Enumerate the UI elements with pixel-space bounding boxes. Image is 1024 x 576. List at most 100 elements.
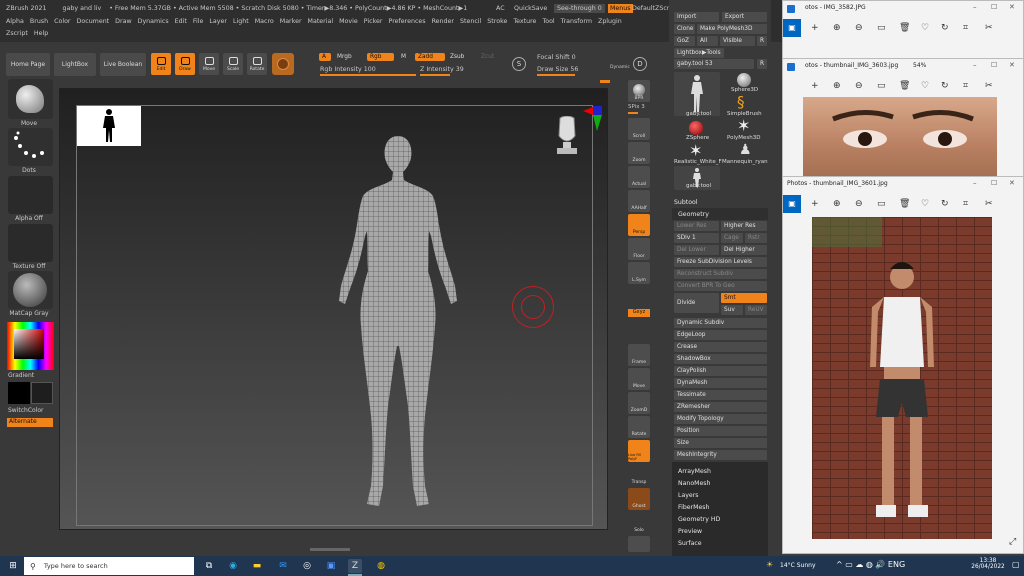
menu-material[interactable]: Material: [308, 18, 334, 25]
zsub-toggle[interactable]: Zsub: [447, 53, 471, 61]
photos-window-3[interactable]: Photos - thumbnail_IMG_3601.jpg – ☐ ✕ ▣ …: [782, 176, 1024, 554]
delete-icon[interactable]: 🗑: [899, 23, 910, 33]
menu-picker[interactable]: Picker: [364, 18, 383, 25]
arraymesh-header[interactable]: ArrayMesh: [678, 468, 711, 475]
menu-stroke[interactable]: Stroke: [487, 18, 507, 25]
favorite-icon[interactable]: ♡: [921, 199, 929, 209]
position-button[interactable]: Position: [674, 426, 767, 436]
main-color-swatch[interactable]: [8, 382, 30, 404]
rstr-button[interactable]: Rstr: [745, 233, 767, 243]
add-icon[interactable]: +: [811, 199, 819, 209]
zoom-out-icon[interactable]: ⊖: [855, 199, 863, 209]
texture-thumbnail[interactable]: [8, 224, 53, 262]
secondary-color-swatch[interactable]: [31, 382, 53, 404]
lightbox-button[interactable]: LightBox: [54, 53, 96, 76]
rgb-toggle[interactable]: Rgb: [367, 53, 394, 61]
draw-tool-button[interactable]: Draw: [175, 53, 195, 75]
preview-header[interactable]: Preview: [678, 528, 702, 535]
minimize-button[interactable]: –: [973, 61, 977, 69]
zbrush-taskbar-icon[interactable]: Z: [348, 559, 362, 573]
export-button[interactable]: Export: [722, 12, 767, 22]
tool-thumb-gaby[interactable]: [674, 72, 720, 116]
move-view-button[interactable]: Move: [628, 368, 650, 390]
zcut-toggle[interactable]: Zcut: [478, 53, 498, 61]
mannequin-icon[interactable]: ♟: [739, 143, 752, 157]
menu-stencil[interactable]: Stencil: [460, 18, 481, 25]
tessimate-button[interactable]: Tessimate: [674, 390, 767, 400]
favorite-icon[interactable]: ♡: [921, 23, 929, 33]
close-button[interactable]: ✕: [1009, 179, 1015, 187]
meshintegrity-button[interactable]: MeshIntegrity: [674, 450, 767, 460]
realistic-white-icon[interactable]: ✶: [689, 143, 702, 159]
zoom-app-icon[interactable]: ◎: [300, 559, 314, 573]
maximize-button[interactable]: ☐: [991, 3, 997, 11]
edit-image-icon[interactable]: ✂: [985, 199, 993, 209]
suv-toggle[interactable]: Suv: [721, 305, 743, 315]
menu-edit[interactable]: Edit: [175, 18, 187, 25]
edit-image-icon[interactable]: ✂: [985, 81, 993, 91]
delete-icon[interactable]: 🗑: [899, 81, 910, 91]
goz-button[interactable]: GoZ: [674, 36, 695, 46]
menu-alpha[interactable]: Alpha: [6, 18, 24, 25]
switchcolor-button[interactable]: SwitchColor: [8, 407, 66, 414]
geometry-header[interactable]: Geometry: [678, 211, 709, 218]
weather-text[interactable]: 14°C Sunny: [780, 562, 816, 569]
current-tool-slider[interactable]: gaby.tool 53: [674, 59, 754, 69]
gradient-label[interactable]: Gradient: [8, 372, 66, 379]
r-button-2[interactable]: R: [757, 59, 767, 69]
brush-thumbnail[interactable]: [8, 79, 53, 119]
del-lower-button[interactable]: Del Lower: [674, 245, 719, 255]
minimize-button[interactable]: –: [973, 179, 977, 187]
subtool-header[interactable]: Subtool: [674, 199, 698, 206]
transp-button[interactable]: Transp: [628, 464, 650, 486]
mail-icon[interactable]: ✉: [276, 559, 290, 573]
edit-tool-button[interactable]: Edit: [151, 53, 171, 75]
polymesh3d-icon[interactable]: ✶: [737, 118, 750, 134]
scroll-button[interactable]: Scroll: [628, 118, 650, 140]
bpr-button[interactable]: BPR: [628, 80, 650, 102]
menu-light[interactable]: Light: [233, 18, 249, 25]
clone-button[interactable]: Clone: [674, 24, 695, 34]
convert-bpr-button[interactable]: Convert BPR To Geo: [674, 281, 767, 291]
claypolish-button[interactable]: ClayPolish: [674, 366, 767, 376]
scale-tool-button[interactable]: Scale: [223, 53, 243, 75]
rotate-icon[interactable]: ↻: [941, 199, 949, 209]
menu-transform[interactable]: Transform: [561, 18, 592, 25]
menu-movie[interactable]: Movie: [339, 18, 358, 25]
edit-image-icon[interactable]: ✂: [985, 23, 993, 33]
size-button[interactable]: Size: [674, 438, 767, 448]
dynamic-toggle[interactable]: Dynamic: [610, 65, 630, 70]
make-polymesh-button[interactable]: Make PolyMesh3D: [697, 24, 767, 34]
lsym-button[interactable]: L.Sym: [628, 262, 650, 284]
female-basemesh[interactable]: [333, 136, 463, 526]
a-toggle[interactable]: A: [319, 53, 331, 61]
sculptris-icon[interactable]: S: [512, 57, 526, 71]
sphere3d-icon[interactable]: [737, 73, 751, 87]
reference-thumbnail[interactable]: [77, 106, 141, 146]
simplebrush-icon[interactable]: §: [737, 95, 745, 110]
clock[interactable]: 13:38 26/04/2022: [966, 558, 1010, 570]
sdiv-slider[interactable]: SDiv 1: [674, 233, 719, 243]
file-explorer-icon[interactable]: ▬: [250, 559, 264, 573]
menu-help[interactable]: Help: [34, 30, 48, 37]
scroll-handle[interactable]: [600, 80, 610, 83]
r-button[interactable]: R: [757, 36, 767, 46]
close-button[interactable]: ✕: [1009, 61, 1015, 69]
move-tool-button[interactable]: Move: [199, 53, 219, 75]
fit-icon[interactable]: ▭: [877, 199, 886, 209]
menu-color[interactable]: Color: [54, 18, 70, 25]
menu-macro[interactable]: Macro: [255, 18, 274, 25]
menu-layer[interactable]: Layer: [209, 18, 227, 25]
menu-texture[interactable]: Texture: [513, 18, 536, 25]
menu-tool[interactable]: Tool: [542, 18, 554, 25]
rotate-tool-button[interactable]: Rotate: [247, 53, 267, 75]
divide-button[interactable]: Divide: [674, 293, 719, 313]
home-page-button[interactable]: Home Page: [6, 53, 50, 76]
reuv-toggle[interactable]: ReUV: [745, 305, 767, 315]
edge-icon[interactable]: ◉: [226, 559, 240, 573]
zoom3d-button[interactable]: ZoomD: [628, 392, 650, 414]
menu-draw[interactable]: Draw: [115, 18, 131, 25]
ghost-button[interactable]: Ghost: [628, 488, 650, 510]
menu-file[interactable]: File: [193, 18, 204, 25]
cage-button[interactable]: Cage: [721, 233, 743, 243]
